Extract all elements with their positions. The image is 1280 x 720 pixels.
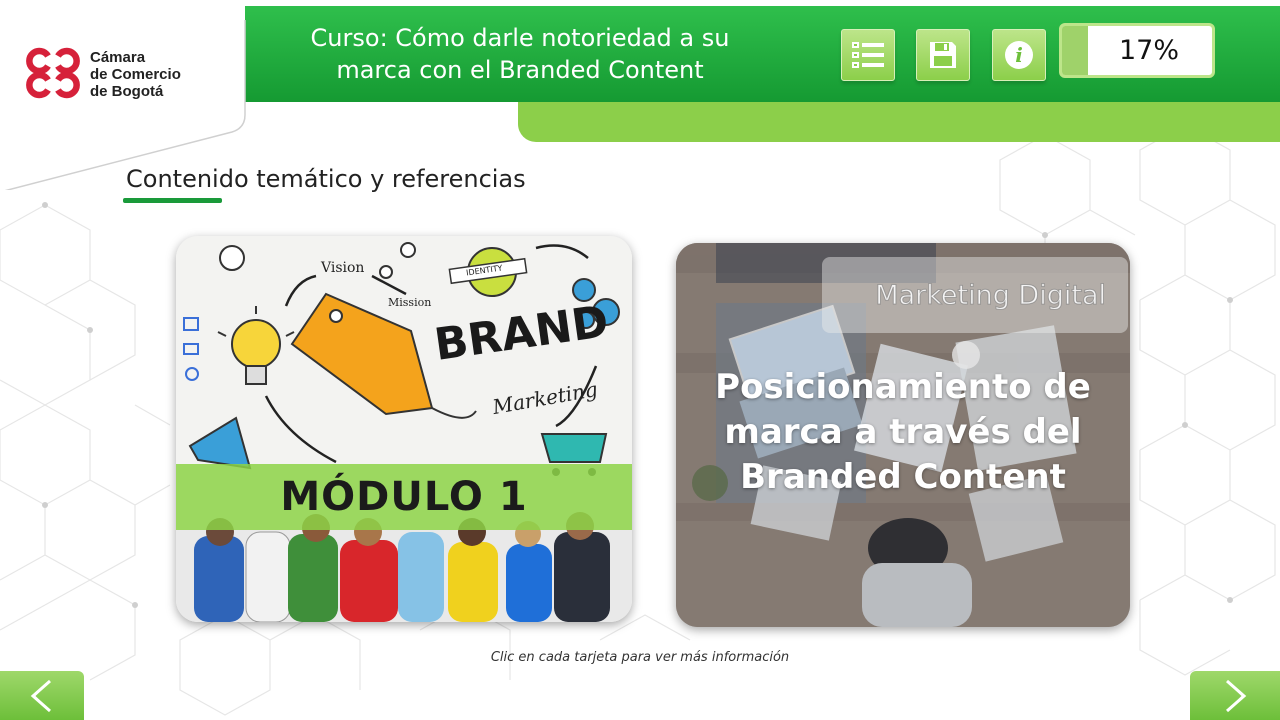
- chevron-left-icon: [30, 679, 51, 712]
- mission-word: Mission: [388, 296, 432, 309]
- logo-text: Cámara de Comercio de Bogotá: [90, 49, 181, 100]
- course-title: Curso: Cómo darle notoriedad a su marca …: [310, 24, 730, 84]
- previous-button[interactable]: [0, 671, 84, 720]
- instruction-hint: Clic en cada tarjeta para ver más inform…: [490, 650, 790, 665]
- module-label: MÓDULO 1: [280, 474, 528, 520]
- ccb-logo-icon: [26, 47, 80, 99]
- progress-label: 17%: [1118, 35, 1179, 66]
- progress-fill: [1062, 26, 1088, 75]
- section-underline: [123, 198, 222, 203]
- menu-button[interactable]: [841, 29, 895, 81]
- module-band: MÓDULO 1: [176, 464, 632, 530]
- progress-indicator: 17%: [1059, 23, 1215, 78]
- info-button[interactable]: i: [992, 29, 1046, 81]
- category-badge: Marketing Digital: [822, 257, 1128, 333]
- save-button[interactable]: [916, 29, 970, 81]
- module-1-card[interactable]: BRAND Marketing Vision Mission IDENTITY …: [176, 236, 632, 622]
- card-title: Posicionamiento de marca a través del Br…: [715, 367, 1091, 497]
- branding-illustration: [176, 236, 632, 622]
- branded-content-card[interactable]: Marketing Digital Posicionamiento de mar…: [676, 243, 1130, 627]
- svg-text:i: i: [1015, 43, 1023, 67]
- info-icon: i: [1005, 41, 1033, 69]
- menu-list-icon: [852, 42, 884, 68]
- next-button[interactable]: [1190, 671, 1280, 720]
- header-accent-strip: [518, 98, 1280, 142]
- chevron-right-icon: [1226, 679, 1247, 712]
- save-icon: [930, 42, 956, 68]
- category-label: Marketing Digital: [875, 279, 1107, 311]
- vision-word: Vision: [321, 260, 365, 276]
- section-title: Contenido temático y referencias: [126, 165, 526, 193]
